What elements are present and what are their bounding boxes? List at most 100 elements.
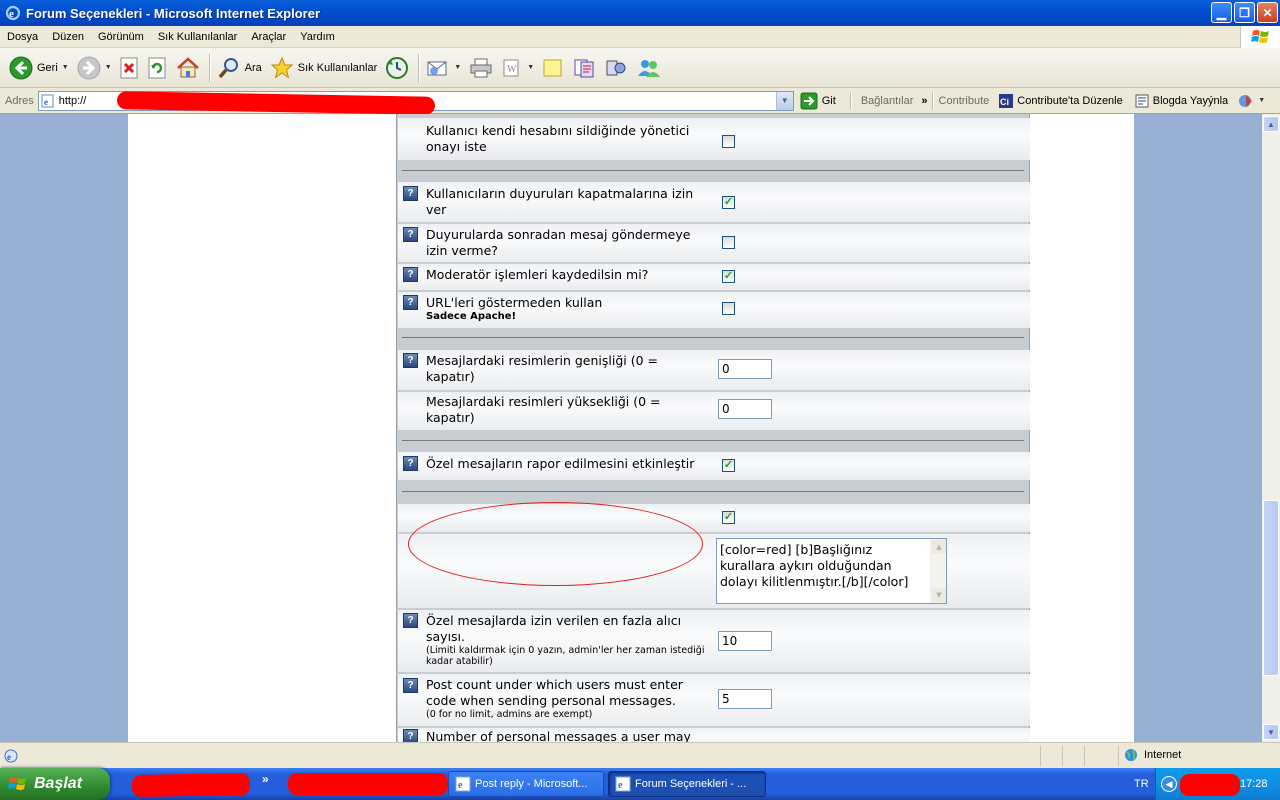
setting-row-admin-approval: Kullanıcı kendi hesabını sildiğinde yöne… bbox=[398, 118, 1030, 160]
svg-text:e: e bbox=[44, 97, 48, 107]
title-bar[interactable]: e Forum Seçenekleri - Microsoft Internet… bbox=[0, 0, 1280, 26]
close-icon: ✕ bbox=[1262, 5, 1273, 20]
start-button[interactable]: Başlat bbox=[0, 768, 110, 800]
stop-icon bbox=[120, 57, 138, 78]
setting-checkbox[interactable] bbox=[722, 135, 735, 148]
contribute-edit-button[interactable]: Ci Contribute'ta Düzenle bbox=[999, 93, 1123, 108]
blog-publish-button[interactable]: Blogda Yayýnla bbox=[1135, 94, 1228, 108]
setting-note: (0 for no limit, admins are exempt) bbox=[426, 709, 593, 720]
messenger-contacts-button[interactable] bbox=[633, 51, 665, 85]
max-recipients-input[interactable]: 10 bbox=[718, 631, 772, 651]
start-label: Başlat bbox=[34, 775, 83, 792]
help-icon[interactable]: ? bbox=[403, 267, 418, 282]
address-dropdown-icon[interactable]: ▼ bbox=[775, 91, 793, 110]
help-icon[interactable]: ? bbox=[403, 456, 418, 471]
back-button[interactable]: Geri ▼ bbox=[6, 51, 72, 85]
menu-help[interactable]: Yardım bbox=[293, 31, 342, 43]
page-margin-right bbox=[1134, 114, 1262, 742]
mail-dropdown-icon[interactable]: ▼ bbox=[454, 64, 461, 71]
back-dropdown-icon[interactable]: ▼ bbox=[62, 64, 69, 71]
mail-button[interactable]: ▼ bbox=[423, 51, 464, 85]
minimize-button[interactable]: ▁ bbox=[1211, 2, 1232, 23]
setting-checkbox[interactable]: ✓ bbox=[722, 459, 735, 472]
image-height-input[interactable]: 0 bbox=[718, 399, 772, 419]
setting-checkbox[interactable] bbox=[722, 236, 735, 249]
help-icon[interactable]: ? bbox=[403, 729, 418, 742]
help-icon[interactable]: ? bbox=[403, 227, 418, 242]
menu-bar: Dosya Düzen Görünüm Sık Kullanılanlar Ar… bbox=[0, 26, 1280, 48]
setting-checkbox[interactable]: ✓ bbox=[722, 270, 735, 283]
favorites-button[interactable]: Sık Kullanılanlar bbox=[267, 51, 381, 85]
help-icon[interactable]: ? bbox=[403, 295, 418, 310]
image-width-input[interactable]: 0 bbox=[718, 359, 772, 379]
home-button[interactable] bbox=[173, 51, 203, 85]
tray-expand-icon[interactable]: ◀ bbox=[1161, 776, 1177, 792]
extra-toolbar-button[interactable]: ▼ bbox=[1238, 93, 1265, 109]
task-forum-settings[interactable]: e Forum Seçenekleri - ... bbox=[608, 771, 766, 797]
quicklaunch-chevron-icon[interactable]: » bbox=[262, 772, 269, 786]
help-icon[interactable]: ? bbox=[403, 186, 418, 201]
search-button[interactable]: Ara bbox=[214, 51, 265, 85]
refresh-button[interactable] bbox=[145, 51, 171, 85]
forward-dropdown-icon[interactable]: ▼ bbox=[105, 64, 112, 71]
forward-button[interactable]: ▼ bbox=[74, 51, 115, 85]
scroll-up-icon[interactable]: ▲ bbox=[932, 540, 946, 554]
setting-label: Mesajlardaki resimleri yüksekliği (0 = k… bbox=[426, 394, 661, 425]
scroll-down-icon[interactable]: ▼ bbox=[932, 588, 946, 602]
address-bar: Adres e http:// ▼ Git Bağlantılar » Cont… bbox=[0, 88, 1280, 115]
clock[interactable]: 17:28 bbox=[1240, 778, 1268, 790]
help-icon[interactable]: ? bbox=[403, 678, 418, 693]
address-input[interactable]: e http:// ▼ bbox=[37, 90, 794, 115]
scroll-up-icon[interactable]: ▲ bbox=[1263, 116, 1279, 132]
lock-message-textarea[interactable]: [color=red] [b]Başlığınız kurallara aykı… bbox=[716, 538, 947, 604]
setting-label: Özel mesajlarda izin verilen en fazla al… bbox=[426, 613, 708, 667]
go-button[interactable]: Git bbox=[800, 92, 836, 110]
contribute-edit-label: Contribute'ta Düzenle bbox=[1017, 94, 1123, 107]
menu-favorites[interactable]: Sık Kullanılanlar bbox=[151, 31, 245, 43]
maximize-button[interactable]: ❐ bbox=[1234, 2, 1255, 23]
task-label: Forum Seçenekleri - ... bbox=[635, 778, 747, 790]
ie-window: e Forum Seçenekleri - Microsoft Internet… bbox=[0, 0, 1280, 800]
stop-button[interactable] bbox=[117, 51, 143, 85]
status-segment bbox=[1062, 746, 1063, 766]
edit-button[interactable]: W ▼ bbox=[498, 51, 537, 85]
history-button[interactable] bbox=[382, 51, 412, 85]
menu-view[interactable]: Görünüm bbox=[91, 31, 151, 43]
help-icon[interactable]: ? bbox=[403, 353, 418, 368]
contribute-label[interactable]: Contribute bbox=[939, 95, 990, 107]
svg-text:e: e bbox=[458, 780, 463, 791]
setting-checkbox[interactable]: ✓ bbox=[722, 196, 735, 209]
scroll-thumb[interactable] bbox=[1263, 500, 1279, 676]
discuss-button[interactable] bbox=[539, 51, 567, 85]
note-icon bbox=[543, 59, 562, 76]
home-icon bbox=[176, 56, 199, 77]
setting-checkbox[interactable] bbox=[722, 302, 735, 315]
setting-label-text: Post count under which users must enter … bbox=[426, 677, 683, 708]
textarea-scrollbar[interactable]: ▲ ▼ bbox=[930, 539, 946, 603]
menu-edit[interactable]: Düzen bbox=[45, 31, 91, 43]
history-icon bbox=[386, 56, 409, 79]
setting-label: Number of personal messages a user may bbox=[426, 729, 691, 742]
scroll-down-icon[interactable]: ▼ bbox=[1263, 724, 1279, 740]
security-zone[interactable]: Internet bbox=[1124, 748, 1181, 762]
links-chevron-icon[interactable]: » bbox=[921, 95, 927, 107]
window-title: Forum Seçenekleri - Microsoft Internet E… bbox=[26, 5, 321, 21]
close-button[interactable]: ✕ bbox=[1257, 2, 1278, 23]
print-button[interactable] bbox=[466, 51, 496, 85]
setting-checkbox[interactable]: ✓ bbox=[722, 511, 735, 524]
help-icon[interactable]: ? bbox=[403, 613, 418, 628]
menu-tools[interactable]: Araçlar bbox=[244, 31, 293, 43]
setting-label: Moderatör işlemleri kaydedilsin mi? bbox=[426, 267, 649, 282]
messenger-button[interactable] bbox=[569, 51, 599, 85]
post-count-input[interactable]: 5 bbox=[718, 689, 772, 709]
task-post-reply[interactable]: e Post reply - Microsoft... bbox=[448, 771, 604, 797]
media-button[interactable] bbox=[601, 51, 631, 85]
setting-row-image-width: ? Mesajlardaki resimlerin genişliği (0 =… bbox=[398, 350, 1030, 390]
extra-dropdown-icon[interactable]: ▼ bbox=[1258, 97, 1265, 104]
menu-file[interactable]: Dosya bbox=[0, 31, 45, 43]
edit-dropdown-icon[interactable]: ▼ bbox=[527, 64, 534, 71]
setting-label: URL'leri göstermeden kullan Sadece Apach… bbox=[426, 295, 708, 323]
page-scrollbar[interactable]: ▲ ▼ bbox=[1262, 114, 1280, 742]
language-indicator[interactable]: TR bbox=[1134, 778, 1149, 790]
links-label[interactable]: Bağlantılar bbox=[861, 95, 914, 107]
